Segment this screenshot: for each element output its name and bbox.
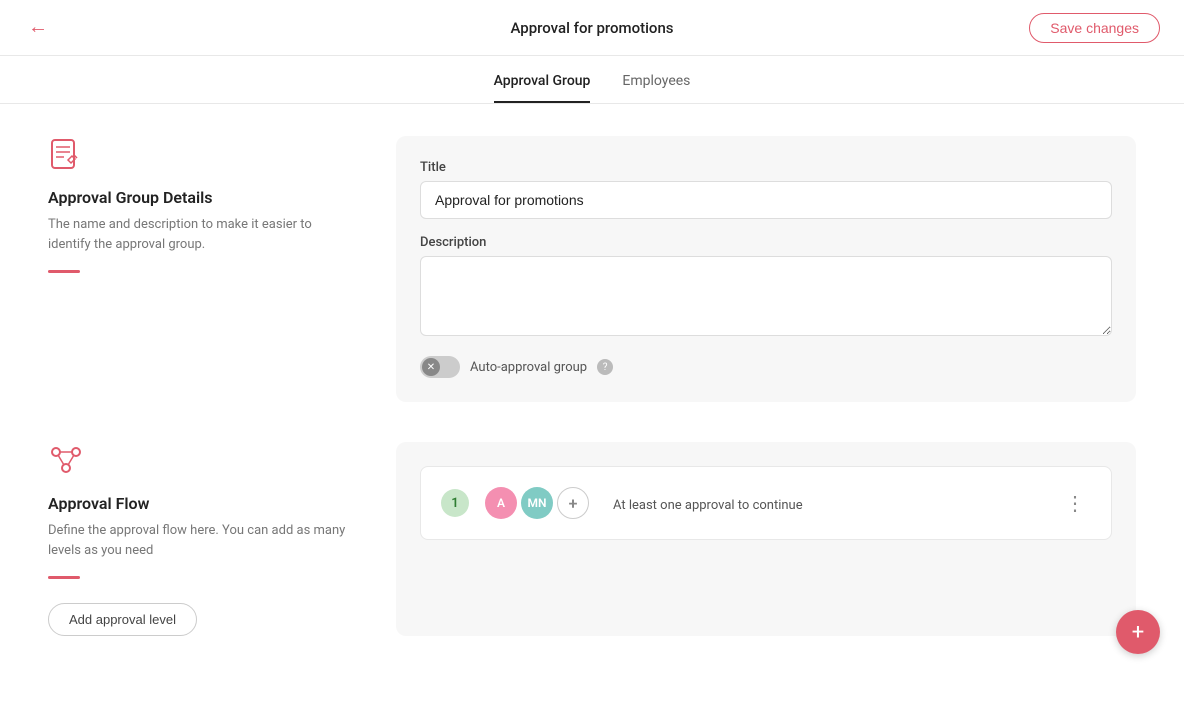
description-label: Description — [420, 235, 1112, 250]
details-section: Approval Group Details The name and desc… — [48, 136, 1136, 402]
description-textarea[interactable] — [420, 256, 1112, 336]
back-icon: ← — [28, 16, 48, 39]
flow-icon — [48, 442, 348, 482]
auto-approval-toggle[interactable]: ✕ — [420, 356, 460, 378]
header: ← Approval for promotions Save changes — [0, 0, 1184, 56]
back-button[interactable]: ← — [24, 12, 52, 43]
add-approver-button[interactable]: + — [557, 487, 589, 519]
fab-button[interactable]: + — [1116, 610, 1160, 654]
tab-employees[interactable]: Employees — [622, 73, 690, 103]
tab-approval-group[interactable]: Approval Group — [494, 73, 591, 103]
flow-approval-text: At least one approval to continue — [613, 498, 803, 513]
fab-icon: + — [1132, 620, 1144, 645]
details-section-left: Approval Group Details The name and desc… — [48, 136, 348, 402]
avatar-a[interactable]: A — [485, 487, 517, 519]
toggle-x-icon: ✕ — [422, 358, 440, 376]
flow-title: Approval Flow — [48, 494, 348, 513]
flow-card-container: 1 A MN + At least one approval to contin… — [396, 442, 1136, 636]
auto-approval-row: ✕ Auto-approval group ? — [420, 356, 1112, 378]
details-divider — [48, 270, 80, 273]
flow-card: 1 A MN + At least one approval to contin… — [420, 466, 1112, 540]
flow-section-left: Approval Flow Define the approval flow h… — [48, 442, 348, 636]
flow-more-menu-button[interactable]: ⋮ — [1059, 487, 1091, 519]
help-icon[interactable]: ? — [597, 359, 613, 375]
more-vert-icon: ⋮ — [1065, 491, 1085, 516]
title-label: Title — [420, 160, 1112, 175]
main-content: Approval Group Details The name and desc… — [0, 104, 1184, 708]
page-title: Approval for promotions — [510, 19, 673, 37]
save-changes-button[interactable]: Save changes — [1029, 13, 1160, 43]
details-icon — [48, 136, 348, 176]
flow-description: Define the approval flow here. You can a… — [48, 521, 348, 560]
details-description: The name and description to make it easi… — [48, 215, 348, 254]
details-form-card: Title Description ✕ Auto-approval group … — [396, 136, 1136, 402]
flow-info: At least one approval to continue — [613, 494, 1043, 513]
add-approval-level-button[interactable]: Add approval level — [48, 603, 197, 636]
flow-section: Approval Flow Define the approval flow h… — [48, 442, 1136, 636]
details-title: Approval Group Details — [48, 188, 348, 207]
flow-divider — [48, 576, 80, 579]
auto-approval-label: Auto-approval group — [470, 360, 587, 375]
flow-level-badge: 1 — [441, 489, 469, 517]
tabs-bar: Approval Group Employees — [0, 56, 1184, 104]
avatar-group: A MN + — [485, 487, 589, 519]
avatar-mn[interactable]: MN — [521, 487, 553, 519]
title-input[interactable] — [420, 181, 1112, 219]
